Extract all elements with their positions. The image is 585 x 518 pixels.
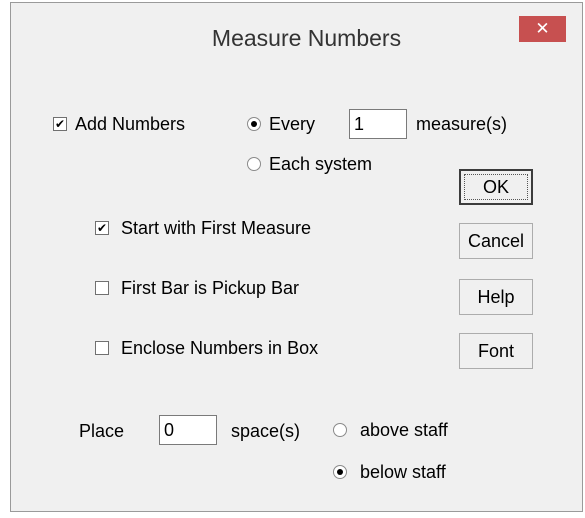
- each-system-label: Each system: [269, 154, 373, 174]
- above-staff-label: above staff: [360, 420, 448, 440]
- every-label: Every: [269, 114, 316, 134]
- every-radio[interactable]: [247, 117, 261, 131]
- first-bar-pickup-checkbox[interactable]: [95, 281, 109, 295]
- spaces-unit-label: space(s): [231, 421, 301, 441]
- cancel-button[interactable]: Cancel: [459, 223, 533, 259]
- first-bar-pickup-label: First Bar is Pickup Bar: [121, 278, 300, 298]
- dialog-title: Measure Numbers: [211, 25, 402, 51]
- close-icon: ✕: [535, 19, 550, 39]
- enclose-box-checkbox[interactable]: [95, 341, 109, 355]
- start-first-measure-checkbox[interactable]: [95, 221, 109, 235]
- help-button[interactable]: Help: [459, 279, 533, 315]
- font-button[interactable]: Font: [459, 333, 533, 369]
- below-staff-radio[interactable]: [333, 465, 347, 479]
- dialog-body: Add Numbers Every 1 measure(s) Each syst…: [19, 73, 575, 505]
- below-staff-label: below staff: [360, 462, 446, 482]
- above-staff-radio[interactable]: [333, 423, 347, 437]
- measures-unit-label: measure(s): [416, 114, 508, 134]
- ok-button[interactable]: OK: [459, 169, 533, 205]
- each-system-radio[interactable]: [247, 157, 261, 171]
- add-numbers-checkbox[interactable]: [53, 117, 67, 131]
- place-label: Place: [79, 421, 125, 441]
- close-button[interactable]: ✕: [519, 16, 566, 42]
- every-measures-input[interactable]: 1: [349, 109, 407, 139]
- measure-numbers-dialog: Measure Numbers ✕ Add Numbers Every 1 me…: [10, 2, 583, 512]
- place-spaces-input[interactable]: 0: [159, 415, 217, 445]
- add-numbers-label: Add Numbers: [75, 114, 186, 134]
- enclose-box-label: Enclose Numbers in Box: [121, 338, 319, 358]
- start-first-measure-label: Start with First Measure: [121, 218, 312, 238]
- title-bar: Measure Numbers ✕: [11, 3, 582, 73]
